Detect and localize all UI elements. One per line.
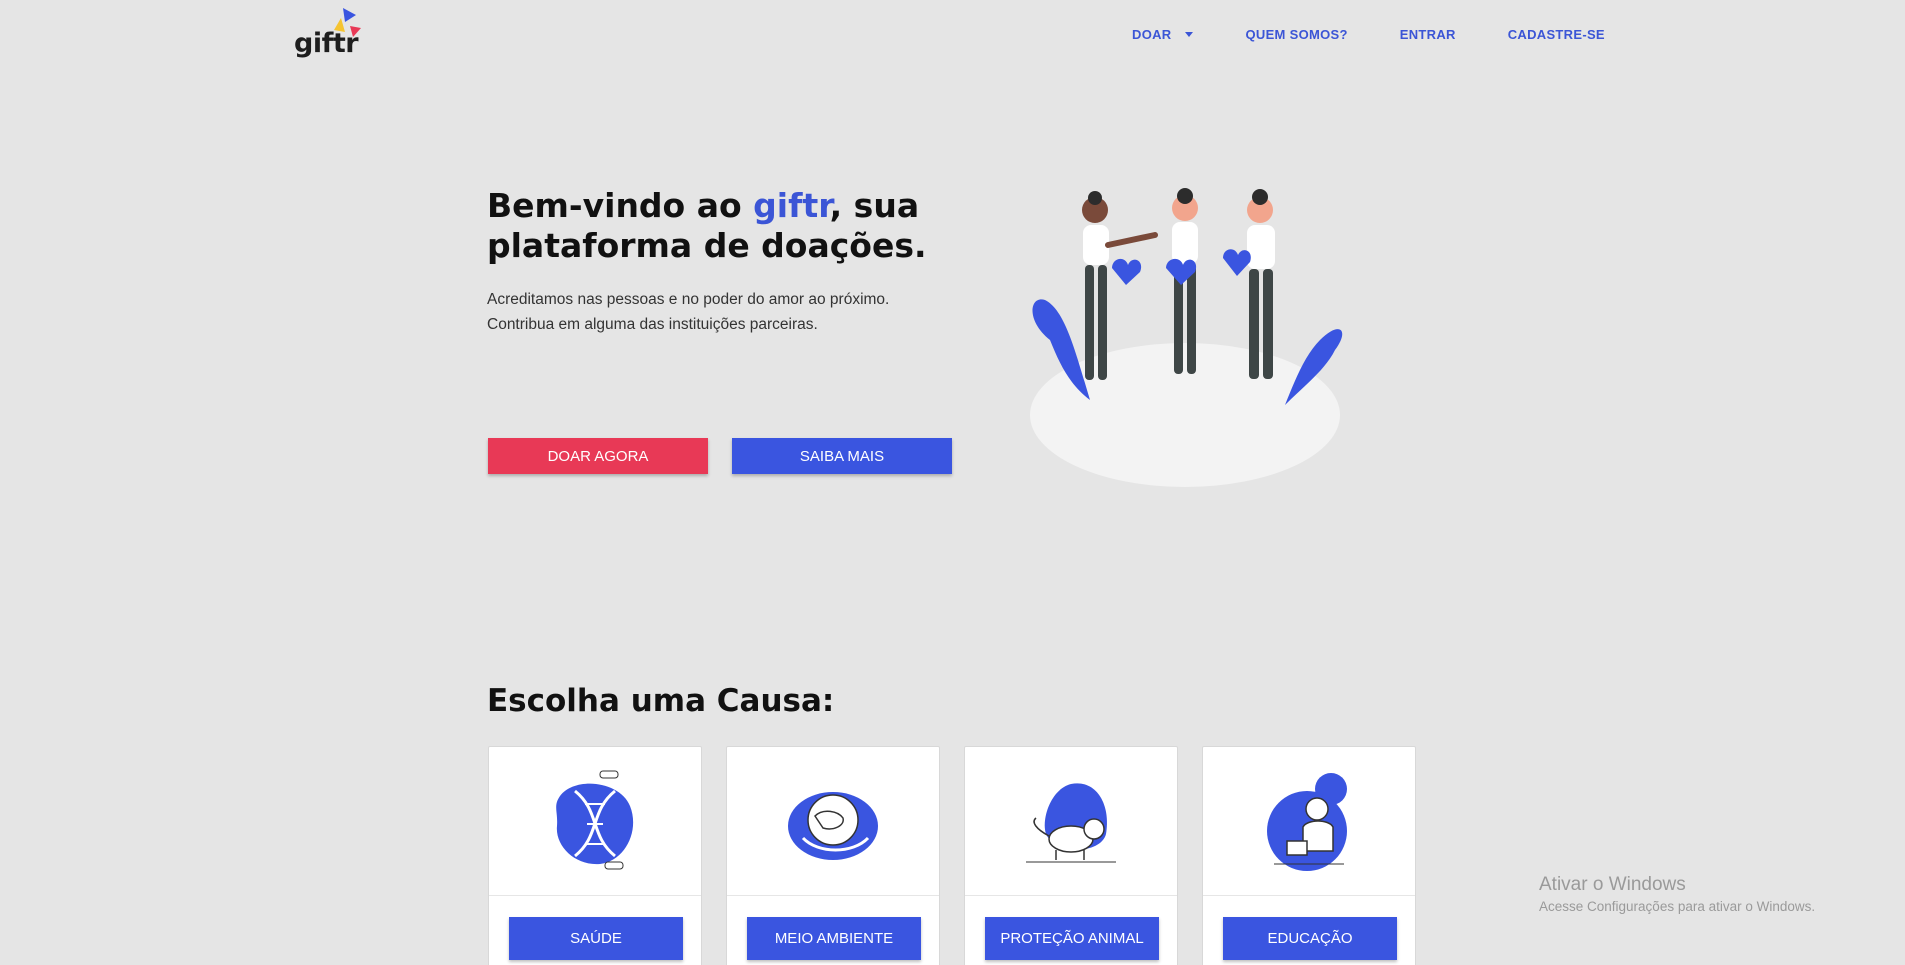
hero-line-1: Acreditamos nas pessoas e no poder do am… — [487, 291, 890, 308]
hero-title: Bem-vindo ao giftr, sua plataforma de do… — [487, 186, 947, 266]
saiba-mais-button[interactable]: SAIBA MAIS — [732, 438, 952, 474]
nav-cadastre-se[interactable]: CADASTRE-SE — [1508, 27, 1605, 42]
nav-entrar[interactable]: ENTRAR — [1400, 27, 1456, 42]
educacao-button[interactable]: EDUCAÇÃO — [1223, 917, 1397, 960]
protecao-animal-button[interactable]: PROTEÇÃO ANIMAL — [985, 917, 1159, 960]
top-nav: giftr DOAR QUEM SOMOS? ENTRAR CADASTRE-S… — [0, 0, 1905, 72]
watermark-subtitle: Acesse Configurações para ativar o Windo… — [1539, 899, 1816, 914]
cause-card-meio-ambiente[interactable]: MEIO AMBIENTE — [726, 746, 940, 965]
watermark-title: Ativar o Windows — [1539, 874, 1686, 895]
logo-triangles-icon — [334, 8, 361, 37]
nav-doar-label: DOAR — [1132, 27, 1172, 42]
hero-title-brand: giftr — [753, 186, 830, 225]
windows-activation-watermark: Ativar o Windows Acesse Configurações pa… — [1539, 874, 1815, 914]
cat-icon — [1026, 782, 1116, 862]
cause-card-educacao[interactable]: EDUCAÇÃO — [1202, 746, 1416, 965]
saude-button[interactable]: SAÚDE — [509, 917, 683, 960]
cause-image-protecao-animal — [965, 747, 1177, 896]
giftr-logo[interactable]: giftr — [294, 6, 374, 62]
cause-card-saude[interactable]: SAÚDE — [488, 746, 702, 965]
causes-title: Escolha uma Causa: — [487, 683, 835, 719]
nav-doar-dropdown[interactable]: DOAR — [1132, 27, 1194, 42]
cause-image-educacao — [1203, 747, 1415, 896]
dna-icon — [556, 770, 634, 870]
cause-image-meio-ambiente — [727, 747, 939, 896]
meio-ambiente-button[interactable]: MEIO AMBIENTE — [747, 917, 921, 960]
chevron-down-icon — [1185, 32, 1194, 37]
cause-card-protecao-animal[interactable]: PROTEÇÃO ANIMAL — [964, 746, 1178, 965]
hero-line-2: Contribua em alguma das instituições par… — [487, 316, 818, 333]
nav-quem-somos[interactable]: QUEM SOMOS? — [1245, 27, 1347, 42]
earth-icon — [788, 792, 878, 860]
nav-links: DOAR QUEM SOMOS? ENTRAR CADASTRE-SE — [1132, 27, 1605, 42]
cause-image-saude — [489, 747, 701, 896]
people-holding-hearts-illustration — [1030, 188, 1343, 487]
teacher-icon — [1267, 772, 1347, 871]
hero-description: Acreditamos nas pessoas e no poder do am… — [487, 287, 957, 337]
hero-title-prefix: Bem-vindo ao — [487, 186, 754, 225]
doar-agora-button[interactable]: DOAR AGORA — [488, 438, 708, 474]
